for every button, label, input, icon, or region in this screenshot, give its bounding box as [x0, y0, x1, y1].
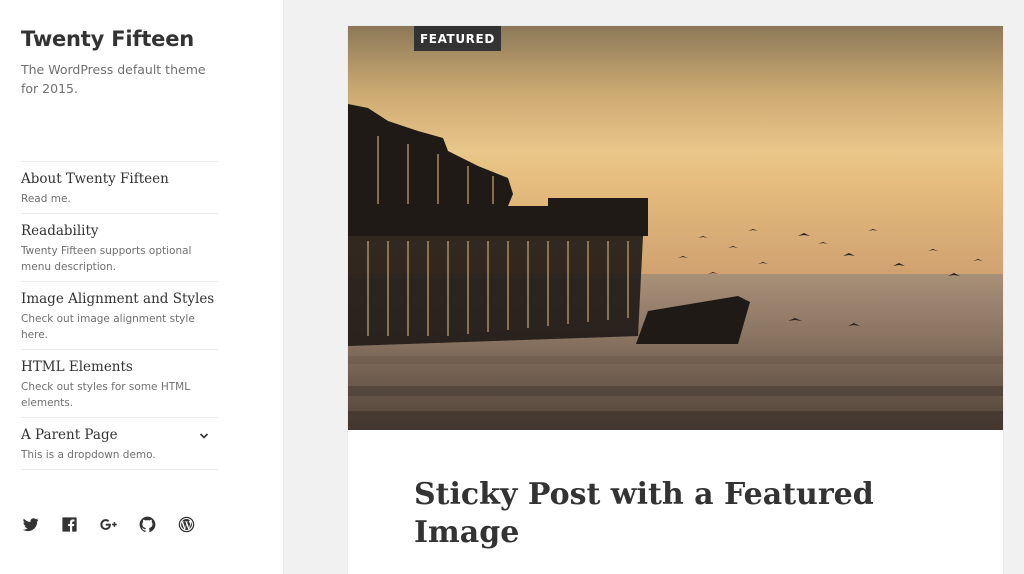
featured-image[interactable] [348, 26, 1003, 430]
menu-item-description: Check out styles for some HTML elements. [21, 381, 191, 409]
menu-item-label[interactable]: Image Alignment and Styles [21, 290, 218, 309]
menu-item-parent-page[interactable]: A Parent Page This is a dropdown demo. [21, 418, 218, 470]
chevron-down-icon[interactable] [198, 430, 210, 442]
menu-item-description: Twenty Fifteen supports optional menu de… [21, 245, 192, 273]
twitter-icon[interactable] [21, 515, 40, 534]
google-plus-icon[interactable] [99, 515, 118, 534]
menu-item-description: This is a dropdown demo. [21, 449, 156, 461]
social-links [21, 515, 196, 534]
menu-item-readability[interactable]: Readability Twenty Fifteen supports opti… [21, 214, 218, 282]
sidebar: Twenty Fifteen The WordPress default the… [0, 0, 283, 574]
menu-item-description: Check out image alignment style here. [21, 313, 195, 341]
menu-item-description: Read me. [21, 193, 71, 205]
menu-item-label[interactable]: About Twenty Fifteen [21, 170, 218, 189]
menu-item-label[interactable]: HTML Elements [21, 358, 218, 377]
facebook-icon[interactable] [60, 515, 79, 534]
menu-item-label[interactable]: Readability [21, 222, 218, 241]
menu-item-label[interactable]: A Parent Page [21, 426, 218, 445]
site-title[interactable]: Twenty Fifteen [21, 27, 194, 51]
site-description: The WordPress default theme for 2015. [21, 62, 206, 96]
main-navigation: About Twenty Fifteen Read me. Readabilit… [21, 161, 218, 470]
menu-item-html-elements[interactable]: HTML Elements Check out styles for some … [21, 350, 218, 418]
menu-item-image-alignment[interactable]: Image Alignment and Styles Check out ima… [21, 282, 218, 350]
post-title[interactable]: Sticky Post with a Featured Image [414, 476, 884, 552]
menu-item-about[interactable]: About Twenty Fifteen Read me. [21, 162, 218, 214]
featured-badge: FEATURED [414, 26, 501, 51]
sticky-post: FEATURED Sticky Post with a Featured Ima… [348, 26, 1003, 574]
github-icon[interactable] [138, 515, 157, 534]
wordpress-icon[interactable] [177, 515, 196, 534]
